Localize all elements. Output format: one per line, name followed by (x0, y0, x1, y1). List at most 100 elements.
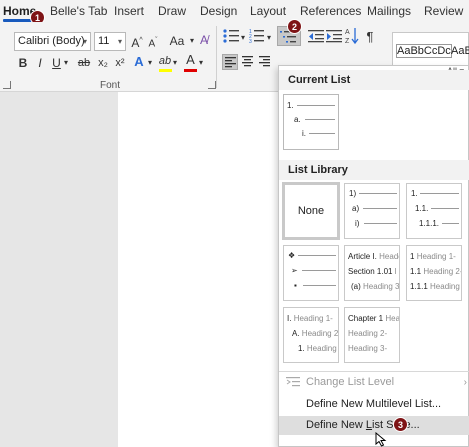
change-case-button[interactable]: Aa (165, 33, 189, 49)
list-marker: Chapter 1 Head (348, 314, 399, 323)
italic-button[interactable]: I (35, 55, 45, 71)
tab-review[interactable]: Review (424, 4, 463, 18)
heading-text: Heading 2- (348, 329, 388, 338)
list-line (309, 133, 335, 134)
strikethrough-button[interactable]: ab (76, 55, 92, 71)
style-no-spacing[interactable]: AaBb (451, 45, 469, 57)
change-list-level-menu-item[interactable]: Change List Level › (279, 373, 469, 392)
heading-text: Heading 3- (348, 344, 388, 353)
list-marker-text: Section 1.01 (348, 267, 393, 276)
underline-button[interactable]: U (51, 55, 62, 71)
list-marker: i. (302, 129, 306, 138)
chevron-right-icon: › (463, 377, 467, 388)
tab-draw[interactable]: Draw (158, 4, 186, 18)
heading-text: Heading 1- (416, 252, 456, 261)
list-marker-text: 1.1.1 (410, 282, 428, 291)
heading-text: Heading 2- (423, 267, 462, 276)
text-effects-button[interactable]: A (132, 54, 146, 70)
heading-text: Heade (379, 252, 399, 261)
show-hide-pilcrow-icon[interactable]: ¶ (365, 29, 375, 45)
menu-separator (279, 371, 469, 372)
font-dialog-launcher-icon[interactable] (208, 81, 216, 89)
clipboard-dialog-launcher-icon[interactable] (3, 81, 11, 89)
list-marker: 1. Heading (298, 344, 337, 353)
tab-insert[interactable]: Insert (114, 4, 144, 18)
list-line (305, 119, 335, 120)
list-marker: 1 Heading 1- (410, 252, 456, 261)
list-marker: ➢ (291, 266, 298, 275)
list-marker: ❖ (288, 251, 296, 260)
current-list-thumbnail[interactable]: 1. a. i. (283, 94, 339, 150)
tab-mailings[interactable]: Mailings (367, 4, 411, 18)
align-left-button[interactable] (222, 54, 238, 70)
list-line (303, 285, 336, 286)
define-multilevel-list-menu-item[interactable]: Define New Multilevel List... (279, 395, 469, 414)
step-badge-3: 3 (393, 417, 408, 432)
list-line (442, 223, 459, 224)
highlight-button[interactable]: ab (158, 53, 172, 69)
heading-text: Heading (306, 344, 337, 353)
list-library-decimal[interactable]: 1. 1.1. 1.1.1. (406, 183, 462, 239)
list-library-parenthesis[interactable]: 1) a) i) (344, 183, 400, 239)
none-label: None (297, 205, 325, 217)
tab-design[interactable]: Design (200, 4, 237, 18)
font-size-box[interactable]: 11 ▾ (94, 32, 126, 51)
list-library-none[interactable]: None (282, 182, 340, 240)
heading-text: Heading 2- (301, 329, 339, 338)
document-page[interactable] (118, 92, 298, 447)
list-library-roman-heading[interactable]: I. Heading 1- A. Heading 2- 1. Heading (283, 307, 339, 363)
list-marker: 1.1 Heading 2- (410, 267, 462, 276)
list-line (302, 270, 336, 271)
chevron-down-icon: ▾ (117, 37, 122, 46)
bold-button[interactable]: B (17, 55, 29, 71)
align-right-icon[interactable] (259, 56, 270, 67)
list-marker: i) (355, 219, 360, 228)
list-library-article-section[interactable]: Article I. Heade Section 1.01 l (a) Head… (344, 245, 400, 301)
shrink-font-button[interactable]: Aˇ (146, 33, 160, 49)
list-marker-text: Chapter 1 (348, 314, 384, 323)
font-name-box[interactable]: Calibri (Body) ▾ (14, 32, 91, 51)
list-line (298, 255, 336, 256)
subscript-button[interactable]: x₂ (96, 55, 110, 71)
list-marker-text: 1.1 (410, 267, 422, 276)
style-normal[interactable]: AaBbCcDc (396, 44, 452, 58)
define-list-style-menu-item[interactable]: Define New List Style... (279, 416, 469, 435)
align-center-icon[interactable] (242, 56, 253, 67)
decrease-indent-icon[interactable] (308, 29, 324, 43)
clear-formatting-icon[interactable]: A̸ (197, 32, 211, 48)
chevron-down-icon: ▾ (189, 36, 194, 45)
list-marker: 1.1.1. (419, 219, 440, 228)
chevron-down-icon: ▾ (63, 58, 68, 67)
heading-text: Heading 3- (430, 282, 461, 291)
multilevel-list-dropdown: All ▾ Current List 1. a. i. List Library… (278, 65, 469, 447)
superscript-button[interactable]: x² (113, 55, 127, 71)
numbering-icon[interactable]: 1 2 3 (249, 28, 267, 44)
tab-references[interactable]: References (300, 4, 361, 18)
list-line (297, 105, 335, 106)
list-marker: a) (352, 204, 360, 213)
list-marker: I. Heading 1- (287, 314, 333, 323)
list-marker-text: Article I. (348, 252, 377, 261)
list-library-chapter[interactable]: Chapter 1 Head Heading 2- Heading 3- (344, 307, 400, 363)
chevron-down-icon: ▾ (147, 58, 152, 67)
list-marker: a. (294, 115, 301, 124)
tab-belles-tab[interactable]: Belle's Tab (50, 4, 107, 18)
increase-indent-icon[interactable] (326, 29, 342, 43)
step-badge-2: 2 (287, 19, 302, 34)
list-marker: 1. (411, 189, 418, 198)
list-line (364, 223, 397, 224)
list-marker-text: 1 (410, 252, 415, 261)
list-line (363, 208, 397, 209)
sort-icon[interactable]: A Z (345, 27, 359, 45)
tab-layout[interactable]: Layout (250, 4, 286, 18)
svg-text:A: A (345, 29, 350, 36)
grow-font-button[interactable]: A^ (130, 33, 144, 50)
list-marker: 1.1.1 Heading 3- (410, 282, 461, 291)
font-color-button[interactable]: A (184, 52, 197, 68)
list-library-heading-numbering[interactable]: 1 Heading 1- 1.1 Heading 2- 1.1.1 Headin… (406, 245, 462, 301)
font-name-value: Calibri (Body) (18, 35, 85, 47)
change-list-level-icon (286, 377, 300, 387)
font-size-value: 11 (98, 35, 110, 47)
svg-text:Z: Z (345, 38, 350, 45)
list-library-bullets[interactable]: ❖ ➢ ▪ (283, 245, 339, 301)
